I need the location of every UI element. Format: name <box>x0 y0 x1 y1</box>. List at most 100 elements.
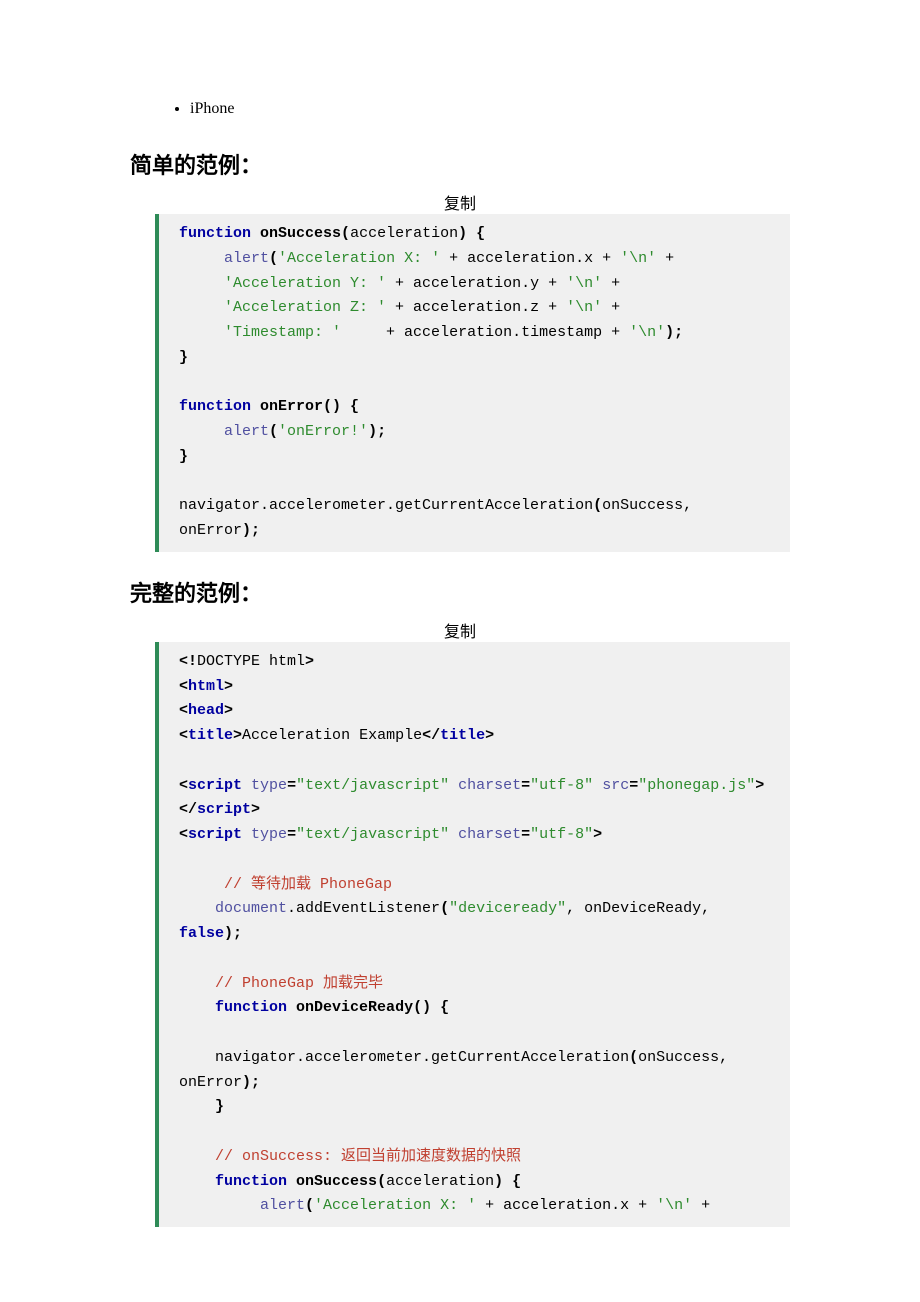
section-heading-full: 完整的范例： <box>130 576 790 608</box>
code-token: < <box>179 678 188 695</box>
code-token: "phonegap.js" <box>638 777 755 794</box>
code-token: head <box>188 702 224 719</box>
code-token: > <box>224 702 233 719</box>
code-token: + acceleration.timestamp + <box>341 324 629 341</box>
code-token: ); <box>224 925 242 942</box>
code-token: ( <box>629 1049 638 1066</box>
code-token: script <box>188 777 242 794</box>
code-token <box>449 777 458 794</box>
code-token: type <box>251 777 287 794</box>
code-token: + <box>656 250 674 267</box>
code-token: src <box>602 777 629 794</box>
code-token: onSuccess <box>260 225 341 242</box>
code-token: ) <box>458 225 467 242</box>
code-token: = <box>629 777 638 794</box>
code-token: 'Acceleration X: ' <box>278 250 440 267</box>
code-token: '\n' <box>620 250 656 267</box>
copy-button-simple[interactable]: 复制 <box>130 190 790 214</box>
copy-button-full[interactable]: 复制 <box>130 618 790 642</box>
code-token: () { <box>323 398 359 415</box>
code-token: < <box>179 826 188 843</box>
code-token: 'Timestamp: ' <box>224 324 341 341</box>
code-token: acceleration <box>350 225 458 242</box>
code-token: html <box>188 678 224 695</box>
section-heading-simple: 简单的范例： <box>130 148 790 180</box>
code-token <box>593 777 602 794</box>
code-token: + acceleration.y + <box>386 275 566 292</box>
code-token: , onDeviceReady, <box>566 900 719 917</box>
code-token: function <box>215 1173 287 1190</box>
code-token: { <box>467 225 485 242</box>
code-token: > <box>305 653 314 670</box>
code-token: onSuccess <box>296 1173 377 1190</box>
code-token: = <box>521 826 530 843</box>
code-token: false <box>179 925 224 942</box>
code-token: + <box>602 275 620 292</box>
code-token: ( <box>377 1173 386 1190</box>
code-token: "text/javascript" <box>296 777 449 794</box>
code-token: < <box>179 702 188 719</box>
code-token: onError <box>260 398 323 415</box>
code-token: title <box>188 727 233 744</box>
code-token: <! <box>179 653 197 670</box>
code-token <box>242 826 251 843</box>
code-token: '\n' <box>629 324 665 341</box>
code-token: ( <box>593 497 602 514</box>
code-token: } <box>179 448 188 465</box>
list-item: iPhone <box>190 100 790 118</box>
code-token: navigator.accelerometer.getCurrentAccele… <box>215 1049 629 1066</box>
code-token: ( <box>269 423 278 440</box>
code-token: '\n' <box>566 299 602 316</box>
code-token: = <box>287 826 296 843</box>
code-token: } <box>215 1098 224 1115</box>
code-token: </ <box>422 727 440 744</box>
code-token: + acceleration.z + <box>386 299 566 316</box>
code-token: onDeviceReady <box>296 999 413 1016</box>
code-token: Acceleration Example <box>242 727 422 744</box>
code-token: 'Acceleration X: ' <box>314 1197 476 1214</box>
code-token: < <box>179 727 188 744</box>
code-token: + <box>602 299 620 316</box>
code-token: alert <box>224 423 269 440</box>
code-token: ); <box>242 1074 260 1091</box>
code-token: () { <box>413 999 449 1016</box>
code-token: 'Acceleration Z: ' <box>224 299 386 316</box>
code-token: charset <box>458 826 521 843</box>
code-token: type <box>251 826 287 843</box>
code-token: '\n' <box>566 275 602 292</box>
code-token: ( <box>305 1197 314 1214</box>
code-token: function <box>179 398 251 415</box>
code-token: ( <box>440 900 449 917</box>
code-token: function <box>215 999 287 1016</box>
code-token: // 等待加载 PhoneGap <box>224 876 392 893</box>
code-token: '\n' <box>656 1197 692 1214</box>
code-token: > <box>485 727 494 744</box>
code-token: 'onError!' <box>278 423 368 440</box>
code-token: = <box>287 777 296 794</box>
code-token: } <box>179 349 188 366</box>
code-token: script <box>188 826 242 843</box>
code-token: 'Acceleration Y: ' <box>224 275 386 292</box>
code-token: script <box>197 801 251 818</box>
code-token: < <box>179 777 188 794</box>
code-token: > <box>593 826 602 843</box>
code-token: acceleration <box>386 1173 494 1190</box>
code-token: document <box>215 900 287 917</box>
code-token: ); <box>242 522 260 539</box>
code-block-simple: function onSuccess(acceleration) { alert… <box>155 214 790 552</box>
code-token: DOCTYPE html <box>197 653 305 670</box>
code-token: > <box>233 727 242 744</box>
code-token: + acceleration.x + <box>476 1197 656 1214</box>
code-token: "text/javascript" <box>296 826 449 843</box>
code-token: ( <box>269 250 278 267</box>
code-token: "utf-8" <box>530 826 593 843</box>
code-block-full: <!DOCTYPE html> <html> <head> <title>Acc… <box>155 642 790 1227</box>
code-token: ( <box>341 225 350 242</box>
code-token <box>449 826 458 843</box>
code-token: "utf-8" <box>530 777 593 794</box>
code-token: navigator.accelerometer.getCurrentAccele… <box>179 497 593 514</box>
code-token: alert <box>224 250 269 267</box>
code-token: .addEventListener <box>287 900 440 917</box>
code-token: // PhoneGap 加载完毕 <box>215 975 383 992</box>
code-token: ) { <box>494 1173 521 1190</box>
